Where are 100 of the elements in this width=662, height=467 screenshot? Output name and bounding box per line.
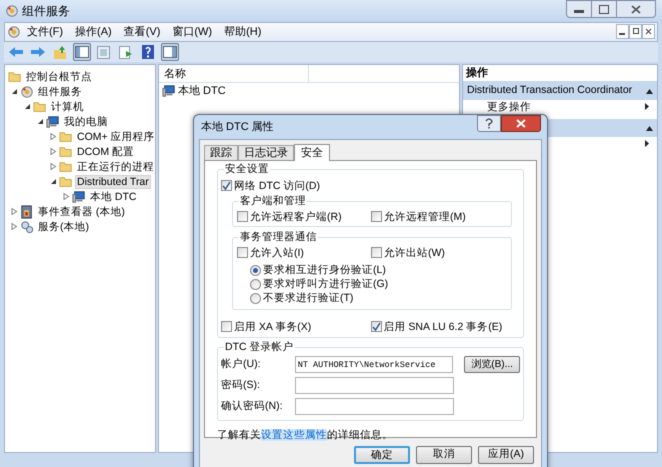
dialog-button[interactable]: 确定	[354, 446, 410, 464]
tree-item[interactable]: COM+ 应用程序	[75, 130, 157, 144]
window-title: 组件服务	[22, 3, 70, 20]
info-text: 了解有关设置这些属性的详细信息。	[217, 428, 394, 443]
tree-item[interactable]: DCOM 配置	[75, 144, 136, 158]
folder-icon	[59, 144, 73, 158]
tree-item[interactable]: Distributed Trar	[75, 174, 151, 188]
tree-item[interactable]: 我的电脑	[62, 114, 110, 128]
folder-icon	[59, 160, 73, 174]
collapsed-arrow-icon[interactable]	[50, 133, 57, 140]
folder-icon	[8, 70, 22, 84]
maximize-button[interactable]	[592, 0, 616, 18]
close-button[interactable]	[501, 115, 541, 132]
radio-button[interactable]	[250, 264, 261, 276]
radio-button[interactable]	[250, 278, 261, 290]
group-title: DTC 登录帐户	[224, 341, 294, 353]
tree-item[interactable]: 本地 DTC	[88, 190, 138, 204]
action-item[interactable]: 更多操作	[487, 100, 531, 112]
menu-item[interactable]: 文件(F)	[27, 24, 64, 40]
checkbox-label: 允许出站(W)	[384, 246, 445, 258]
radio-label: 要求对呼叫方进行验证(G)	[263, 278, 388, 290]
event-log-icon	[20, 204, 34, 218]
show-hide-tree-button[interactable]	[73, 43, 91, 61]
radio-label: 要求相互进行身份验证(L)	[263, 264, 386, 276]
collapsed-arrow-icon[interactable]	[11, 223, 18, 230]
checkbox-label: 启用 SNA LU 6.2 事务(E)	[384, 320, 502, 332]
collapsed-arrow-icon[interactable]	[50, 163, 57, 170]
checkbox-label: 允许远程管理(M)	[384, 210, 466, 222]
checkbox-label: 网络 DTC 访问(D)	[234, 180, 320, 192]
tab[interactable]: 安全	[294, 144, 330, 161]
question-mark-icon	[485, 118, 493, 129]
browse-button[interactable]: 浏览(B)...	[464, 356, 520, 373]
gear-icon	[20, 84, 34, 98]
group-title: 安全设置	[224, 163, 270, 175]
tree-item[interactable]: 控制台根节点	[24, 70, 94, 84]
tab[interactable]: 跟踪	[204, 145, 238, 160]
checkbox[interactable]	[371, 211, 382, 222]
export-list-button[interactable]	[95, 43, 113, 61]
menu-item[interactable]: 操作(A)	[75, 24, 112, 40]
restore-icon	[632, 28, 639, 35]
tab[interactable]: 日志记录	[238, 145, 294, 160]
collapsed-arrow-icon[interactable]	[50, 148, 57, 155]
close-button[interactable]	[616, 0, 656, 18]
checkbox[interactable]	[370, 321, 382, 332]
checkbox[interactable]	[371, 247, 382, 258]
radio-button[interactable]	[250, 292, 261, 304]
dialog-button[interactable]: 取消	[416, 446, 472, 464]
mdi-close-button[interactable]	[642, 24, 655, 39]
input-field[interactable]	[295, 377, 454, 394]
checkbox-label: 启用 XA 事务(X)	[234, 320, 312, 332]
checkbox[interactable]	[237, 247, 248, 258]
gears-icon	[20, 220, 34, 234]
radio-label: 不要求进行验证(T)	[263, 292, 354, 304]
show-hide-action-pane-button[interactable]	[161, 43, 179, 61]
list-item[interactable]: 本地 DTC	[178, 82, 226, 100]
collapsed-arrow-icon[interactable]	[11, 208, 18, 215]
folder-icon	[33, 100, 47, 114]
gear-icon	[7, 25, 21, 39]
column-header[interactable]: 名称	[159, 65, 309, 82]
menu-item[interactable]: 帮助(H)	[224, 24, 262, 40]
field-label: 确认密码(N):	[221, 398, 284, 414]
close-icon	[645, 28, 652, 35]
input-field[interactable]	[295, 398, 454, 415]
tree-item[interactable]: 正在运行的进程	[75, 160, 156, 174]
section-header[interactable]: Distributed Transaction Coordinator	[463, 82, 657, 100]
field-label: 帐户(U):	[221, 356, 262, 372]
tree-item[interactable]: 服务(本地)	[36, 220, 91, 234]
folder-icon	[59, 174, 73, 188]
input-field[interactable]: NT AUTHORITY\NetworkService	[294, 356, 454, 373]
close-icon	[516, 119, 526, 128]
folder-icon	[59, 130, 73, 144]
help-button[interactable]	[139, 43, 157, 61]
dialog-title: 本地 DTC 属性	[201, 120, 274, 135]
mdi-restore-button[interactable]	[629, 24, 642, 39]
checkbox[interactable]	[237, 211, 248, 222]
help-link[interactable]: 设置这些属性	[261, 429, 327, 441]
help-button[interactable]	[477, 115, 501, 132]
field-label: 密码(S):	[221, 378, 261, 393]
expanded-arrow-icon[interactable]	[37, 118, 44, 125]
group-title: 客户端和管理	[239, 195, 307, 207]
checkbox-label: 允许入站(I)	[250, 246, 304, 258]
computer-icon	[162, 84, 176, 98]
tree-item[interactable]: 组件服务	[36, 84, 84, 98]
expanded-arrow-icon[interactable]	[24, 103, 31, 110]
tree-item[interactable]: 计算机	[49, 100, 86, 114]
collapsed-arrow-icon[interactable]	[63, 193, 70, 200]
minimize-button[interactable]	[566, 0, 592, 18]
close-icon	[631, 4, 641, 14]
menu-item[interactable]: 查看(V)	[124, 24, 160, 40]
computer-icon	[46, 114, 60, 128]
maximize-icon	[599, 4, 609, 14]
expanded-arrow-icon[interactable]	[11, 88, 18, 95]
menu-item[interactable]: 窗口(W)	[172, 24, 212, 40]
tree-item[interactable]: 事件查看器 (本地)	[36, 204, 127, 218]
checkbox[interactable]	[221, 321, 232, 332]
expanded-arrow-icon[interactable]	[50, 178, 57, 185]
mdi-minimize-button[interactable]	[616, 24, 629, 39]
gear-icon	[5, 4, 19, 18]
dialog-button[interactable]: 应用(A)	[478, 446, 534, 464]
checkbox[interactable]	[221, 180, 232, 191]
